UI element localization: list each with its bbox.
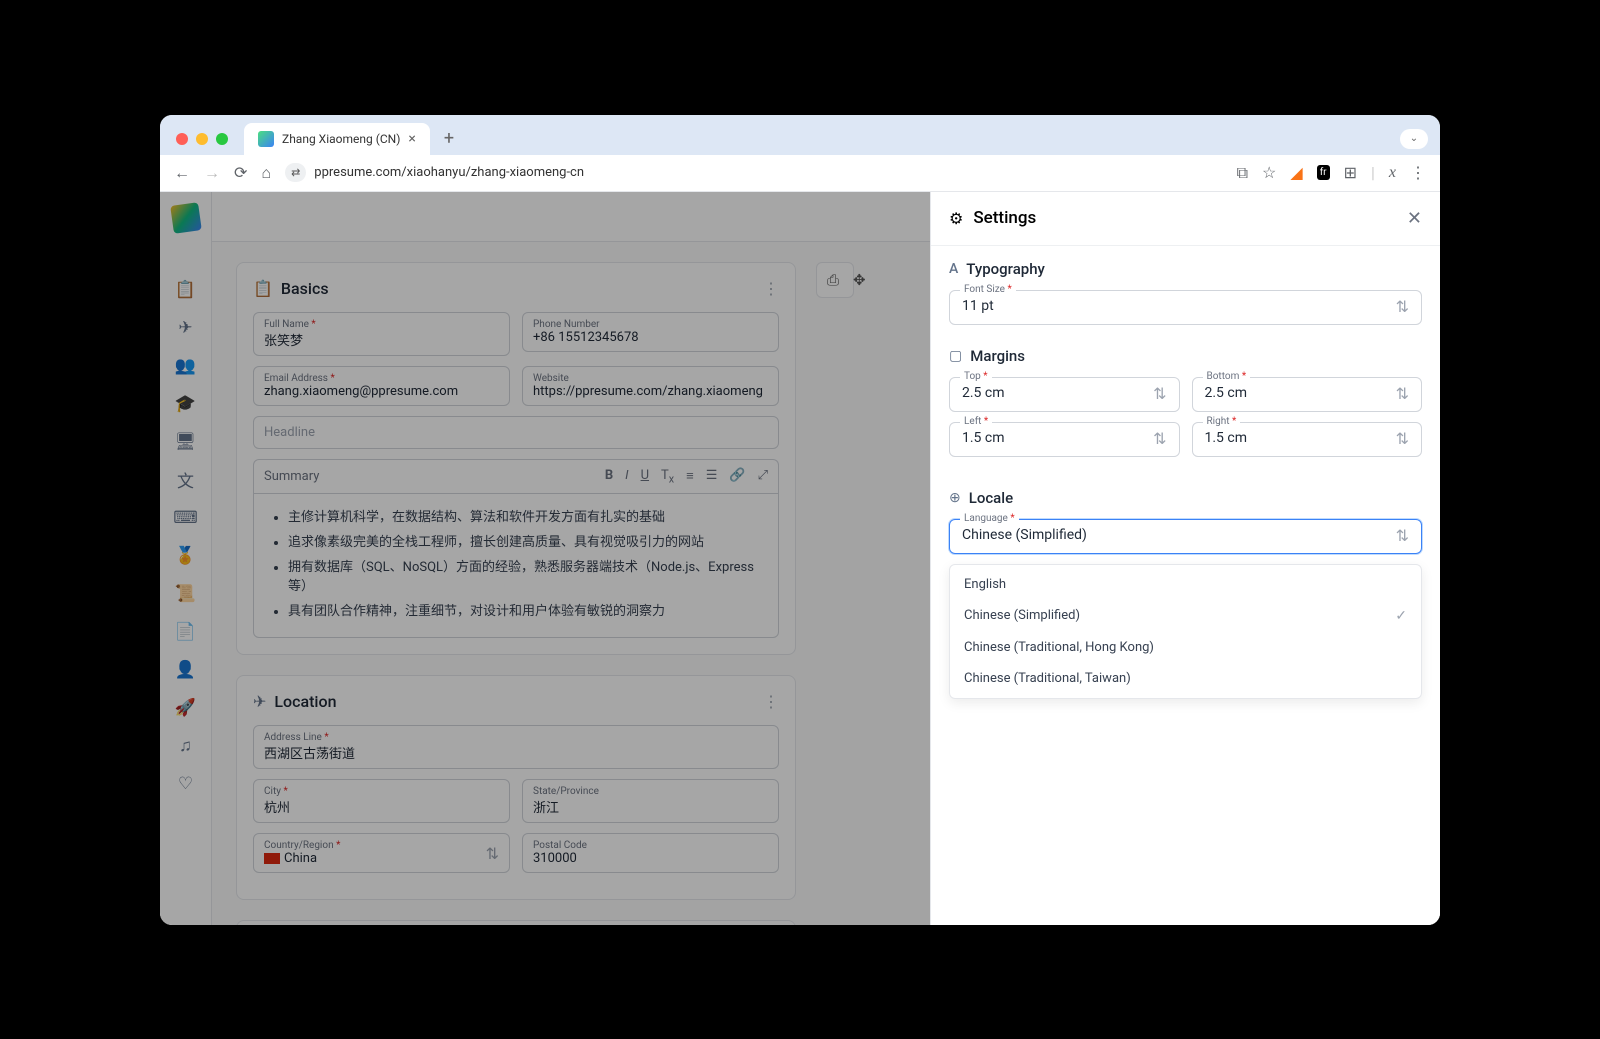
open-external-icon[interactable]: ⧉ [1237,163,1248,183]
language-option[interactable]: Chinese (Traditional, Taiwan) [950,663,1421,694]
url-text: ppresume.com/xiaohanyu/zhang-xiaomeng-cn [314,165,584,180]
chevron-updown-icon: ⇅ [1153,384,1166,403]
browser-tab[interactable]: Zhang Xiaomeng (CN) × [244,123,430,155]
extension-carrot-icon[interactable]: ◢ [1290,163,1302,182]
language-option[interactable]: Chinese (Traditional, Hong Kong) [950,632,1421,663]
extension-x-icon[interactable]: x [1389,164,1396,182]
language-dropdown: EnglishChinese (Simplified)✓Chinese (Tra… [949,564,1422,699]
tab-overflow-icon[interactable]: ⌄ [1400,129,1428,149]
margin-bottom-select[interactable]: Bottom * 2.5 cm⇅ [1192,377,1423,412]
margin-right-select[interactable]: Right * 1.5 cm⇅ [1192,422,1423,457]
margins-icon: ▢ [949,348,962,364]
url-field[interactable]: ⇄ ppresume.com/xiaohanyu/zhang-xiaomeng-… [285,163,1223,182]
back-button[interactable]: ← [174,163,190,183]
home-button[interactable]: ⌂ [261,163,271,183]
margins-section: ▢ Margins Top * 2.5 cm⇅ Bottom * 2.5 cm⇅ [949,347,1422,467]
reload-button[interactable]: ⟳ [234,163,247,182]
browser-window: Zhang Xiaomeng (CN) × + ⌄ ← → ⟳ ⌂ ⇄ ppre… [160,115,1440,925]
new-tab-button[interactable]: + [438,128,460,149]
settings-drawer: ⚙ Settings ✕ A Typography Font Size * 11… [930,192,1440,925]
close-tab-icon[interactable]: × [408,131,415,147]
drawer-title: Settings [973,208,1036,228]
font-icon: A [949,261,958,277]
browser-chrome: Zhang Xiaomeng (CN) × + ⌄ [160,115,1440,155]
favicon-icon [258,131,274,147]
extension-fr-icon[interactable]: fr [1317,165,1330,180]
close-icon[interactable]: ✕ [1407,208,1422,229]
close-window-icon[interactable] [176,133,188,145]
margin-left-select[interactable]: Left * 1.5 cm⇅ [949,422,1180,457]
language-select[interactable]: Language * Chinese (Simplified) ⇅ [949,519,1422,554]
globe-icon: ⊕ [949,490,961,506]
language-option[interactable]: Chinese (Simplified)✓ [950,600,1421,632]
tab-title: Zhang Xiaomeng (CN) [282,132,400,146]
minimize-window-icon[interactable] [196,133,208,145]
chevron-updown-icon: ⇅ [1396,297,1409,316]
font-size-select[interactable]: Font Size * 11 pt ⇅ [949,290,1422,325]
forward-button: → [204,163,220,183]
chevron-updown-icon: ⇅ [1396,526,1409,545]
chevron-updown-icon: ⇅ [1396,429,1409,448]
language-option[interactable]: English [950,569,1421,600]
site-info-icon[interactable]: ⇄ [285,163,306,182]
locale-section: ⊕ Locale Language * Chinese (Simplified)… [949,489,1422,699]
bookmark-icon[interactable]: ☆ [1262,163,1276,182]
check-icon: ✓ [1395,608,1407,624]
maximize-window-icon[interactable] [216,133,228,145]
window-controls[interactable] [172,129,236,149]
extensions-icon[interactable]: ⊞ [1344,163,1357,182]
app-body: 📋 ✈ 👥 🎓 🖥 文 ⌨ 🏅 📜 📄 👤 🚀 ♫ ♡ Zhang Xiaome… [160,192,1440,925]
chevron-updown-icon: ⇅ [1396,384,1409,403]
gear-icon: ⚙ [949,209,963,228]
margin-top-select[interactable]: Top * 2.5 cm⇅ [949,377,1180,412]
typography-section: A Typography Font Size * 11 pt ⇅ [949,260,1422,325]
chevron-updown-icon: ⇅ [1153,429,1166,448]
browser-menu-icon[interactable]: ⋮ [1410,163,1426,182]
address-bar: ← → ⟳ ⌂ ⇄ ppresume.com/xiaohanyu/zhang-x… [160,155,1440,192]
